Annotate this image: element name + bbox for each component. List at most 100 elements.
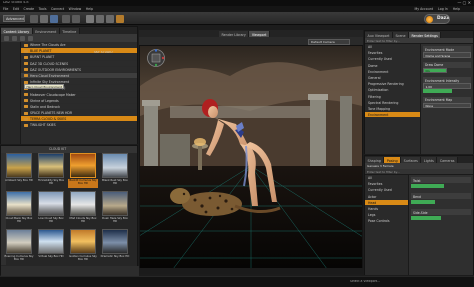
tab-aux-viewport[interactable]: Aux Viewport: [365, 32, 393, 38]
tab-lights[interactable]: Lights: [421, 157, 438, 163]
folder-icon: [24, 105, 28, 109]
help-link[interactable]: Help: [453, 7, 460, 11]
open-icon[interactable]: [40, 15, 48, 23]
redo-icon[interactable]: [72, 15, 80, 23]
my-account-link[interactable]: My Account: [415, 7, 434, 11]
tab-shaping[interactable]: Shaping: [365, 157, 385, 163]
folder-icon: [24, 43, 28, 47]
thumbnail-image[interactable]: [70, 153, 96, 178]
viewport-render[interactable]: [140, 46, 362, 273]
navigation-cube[interactable]: [146, 48, 166, 68]
workspace-selector[interactable]: Advanced: [3, 15, 25, 22]
back-icon[interactable]: [4, 35, 9, 41]
folder-icon: [24, 68, 28, 72]
thumbnail-label: Evening Cumulus Sky Box HD: [4, 255, 34, 262]
tab-render-settings[interactable]: Render Settings: [409, 32, 442, 38]
thumbnail-image[interactable]: [6, 153, 32, 178]
menu-window[interactable]: Window: [69, 7, 82, 11]
thumbnail-header: CLOUD KIT: [1, 146, 137, 153]
folder-icon: [24, 55, 28, 59]
viewport-tabs: Render Library Viewport: [139, 30, 363, 37]
property-label: Twist: [411, 177, 471, 183]
menu-tools[interactable]: Tools: [39, 7, 47, 11]
new-scene-icon[interactable]: [30, 15, 38, 23]
menu-edit[interactable]: Edit: [13, 7, 19, 11]
property-label: Draw Dome: [423, 61, 471, 68]
section-item[interactable]: Environment: [365, 112, 420, 119]
tab-posing[interactable]: Posing: [384, 157, 402, 163]
folder-icon: [24, 99, 28, 103]
parameters-properties: Twist Bend Side-Side: [409, 175, 473, 275]
menu-create[interactable]: Create: [24, 7, 35, 11]
tab-surfaces[interactable]: Surfaces: [401, 157, 422, 163]
daz3d-logo-icon: [426, 15, 433, 23]
brazier-fire: [194, 138, 206, 146]
tab-cameras[interactable]: Cameras: [437, 157, 459, 163]
status-text: Select a Viewport...: [350, 279, 381, 283]
tab-timeline[interactable]: Timeline: [59, 28, 80, 34]
tab-environment[interactable]: Environment: [32, 28, 60, 34]
thumbnail-label: Virtual Sky Box HD: [38, 255, 64, 258]
forward-icon[interactable]: [12, 35, 17, 41]
folder-icon: [24, 123, 28, 127]
menu-connect[interactable]: Connect: [51, 7, 64, 11]
save-icon[interactable]: [50, 15, 58, 23]
folder-icon: [24, 111, 28, 115]
window-controls[interactable]: — ▢ ✕: [457, 1, 471, 5]
camera-selector[interactable]: Default Camera: [308, 38, 350, 45]
home-icon[interactable]: [20, 35, 25, 41]
brazier-stand: [198, 146, 202, 170]
folder-icon: [24, 62, 28, 66]
thumbnail-image[interactable]: [102, 191, 128, 216]
thumbnail-label: Mist Clouds Sky Box HD: [69, 217, 97, 224]
thumbnail-image[interactable]: [70, 229, 96, 254]
user-menu: My Account Log In Help: [410, 7, 460, 11]
thumbnail-image[interactable]: [102, 229, 128, 254]
twist-slider-fill[interactable]: [411, 184, 444, 188]
render-settings-tabs: Aux Viewport Scene Render Settings: [365, 31, 473, 38]
property-label: Side-Side: [411, 209, 471, 215]
nav-axis-dot: [161, 56, 165, 60]
render-properties: Environment Mode Dome and Scene Draw Dom…: [421, 44, 473, 154]
thumbnail-image[interactable]: [6, 229, 32, 254]
thumbnail-image[interactable]: [38, 191, 64, 216]
thumbnail-label: Dramatic Sky Box HD: [100, 255, 130, 258]
list-item[interactable]: TWILIGHT SKIES: [21, 122, 137, 129]
thumbnail-label: Blank Rust Sky Box HD: [102, 179, 128, 186]
side-side-slider-fill[interactable]: [411, 216, 441, 220]
folder-icon: [24, 49, 28, 53]
render-icon[interactable]: [116, 15, 124, 23]
log-in-link[interactable]: Log In: [438, 7, 448, 11]
move-tool-icon[interactable]: [96, 15, 104, 23]
environment-map-field[interactable]: None: [423, 102, 471, 109]
thumbnail-image[interactable]: [102, 153, 128, 178]
thumbnail-label: Cloud Bank Sky Box HD: [5, 217, 33, 224]
property-label: Bend: [411, 193, 471, 199]
thumbnail-image[interactable]: [38, 229, 64, 254]
tooltip: Hero Cloud Environment: [24, 84, 64, 89]
refresh-icon[interactable]: [28, 35, 33, 41]
section-item[interactable]: Pose Controls: [365, 218, 408, 225]
sky-studio-item[interactable]: SKY STUDIO: [94, 51, 113, 54]
nav-axis-dot: [154, 49, 158, 52]
bend-slider-fill[interactable]: [411, 200, 435, 204]
rotate-tool-icon[interactable]: [106, 15, 114, 23]
parameters-section-list: All Favorites Currently Used Actor Head …: [365, 175, 409, 275]
stone-lintel: [170, 106, 310, 118]
status-bar: [0, 276, 474, 287]
thumbnail-image[interactable]: [6, 191, 32, 216]
content-library-list: Where The Clouds Are BLUE PLANET BURNT P…: [21, 42, 137, 144]
folder-tree-gutter: [1, 42, 21, 144]
folder-icon: [24, 93, 28, 96]
menu-file[interactable]: File: [3, 7, 8, 11]
thumbnail-label: Hi-Visibility Sky Box HD: [37, 179, 65, 186]
thumbnail-label: Dusk Haze Sky Box HD: [102, 217, 128, 224]
thumbnail-image[interactable]: [38, 153, 64, 178]
render-settings-panel: Aux Viewport Scene Render Settings Enter…: [364, 30, 474, 154]
tab-content-library[interactable]: Content Library: [1, 28, 33, 34]
menu-help[interactable]: Help: [86, 7, 93, 11]
undo-icon[interactable]: [62, 15, 70, 23]
select-tool-icon[interactable]: [86, 15, 94, 23]
tab-scene[interactable]: Scene: [392, 32, 409, 38]
thumbnail-image[interactable]: [70, 191, 96, 216]
